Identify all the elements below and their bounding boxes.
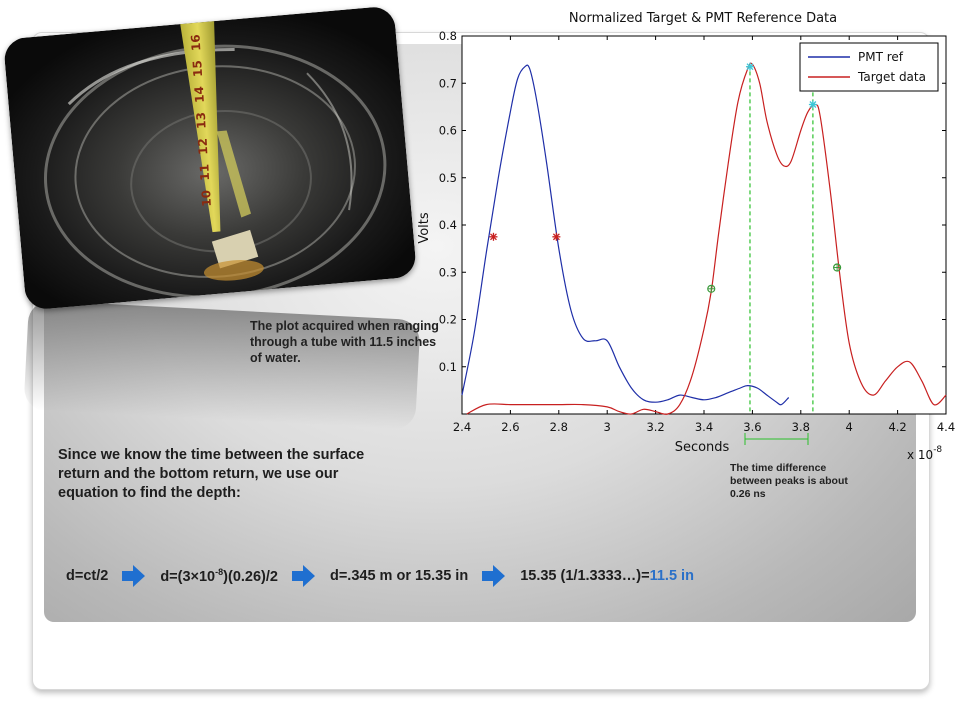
half-max-star-marker: [552, 232, 561, 241]
y-tick-label: 0.6: [439, 124, 457, 138]
x-tick-label: 2.8: [550, 420, 568, 434]
equation-chain: d=ct/2 d=(3×10-8)(0.26)/2 d=.345 m or 15…: [66, 562, 694, 590]
peak-marker: [745, 62, 754, 71]
x-tick-label: 4.4: [937, 420, 955, 434]
x-tick-label: 3: [604, 420, 611, 434]
y-tick-label: 0.7: [439, 76, 457, 90]
x-tick-label: 2.4: [453, 420, 471, 434]
x-tick-label: 3.4: [695, 420, 713, 434]
equation-1: d=ct/2: [66, 568, 109, 584]
chart-title: Normalized Target & PMT Reference Data: [569, 11, 837, 26]
chart: Normalized Target & PMT Reference Data V…: [417, 11, 955, 462]
half-max-circle-marker: [707, 284, 716, 293]
equation-3: d=.345 m or 15.35 in: [329, 568, 469, 584]
x-tick-label: 3.8: [792, 420, 810, 434]
right-arrow-icon: [482, 565, 506, 587]
half-max-circle-marker: [832, 263, 842, 272]
right-arrow-icon: [122, 565, 146, 587]
x-tick-label: 2.6: [501, 420, 519, 434]
peak-marker: [808, 100, 817, 109]
y-tick-label: 0.5: [439, 171, 457, 185]
equation-2: d=(3×10-8)(0.26)/2: [160, 567, 278, 585]
y-tick-label: 0.8: [439, 29, 457, 43]
legend-label: PMT ref: [858, 50, 904, 64]
photo-caption: The plot acquired when ranging through a…: [250, 319, 439, 365]
right-arrow-icon: [291, 565, 315, 587]
y-tick-label: 0.2: [439, 313, 457, 327]
legend: PMT ref Target data: [799, 42, 939, 92]
y-tick-label: 0.1: [439, 360, 457, 374]
x-tick-label: 3.6: [743, 420, 761, 434]
time-difference-bracket: [744, 433, 809, 445]
legend-label: Target data: [857, 70, 926, 84]
x-axis-multiplier: x 10-8: [907, 445, 942, 462]
x-tick-label: 4: [846, 420, 853, 434]
depth-result: 11.5 in: [649, 568, 694, 584]
y-axis-label: Volts: [417, 212, 432, 244]
plot-area: [461, 35, 947, 415]
y-tick-label: 0.3: [439, 265, 457, 279]
time-difference-caption: The time difference between peaks is abo…: [730, 462, 848, 500]
y-tick-label: 0.4: [439, 218, 457, 232]
half-max-star-marker: [489, 232, 498, 241]
equation-4: 15.35 (1/1.3333…)=11.5 in: [520, 568, 694, 584]
x-tick-label: 4.2: [888, 420, 906, 434]
x-axis-label: Seconds: [675, 440, 730, 455]
depth-explanation: Since we know the time between the surfa…: [58, 447, 365, 501]
x-tick-label: 3.2: [646, 420, 664, 434]
